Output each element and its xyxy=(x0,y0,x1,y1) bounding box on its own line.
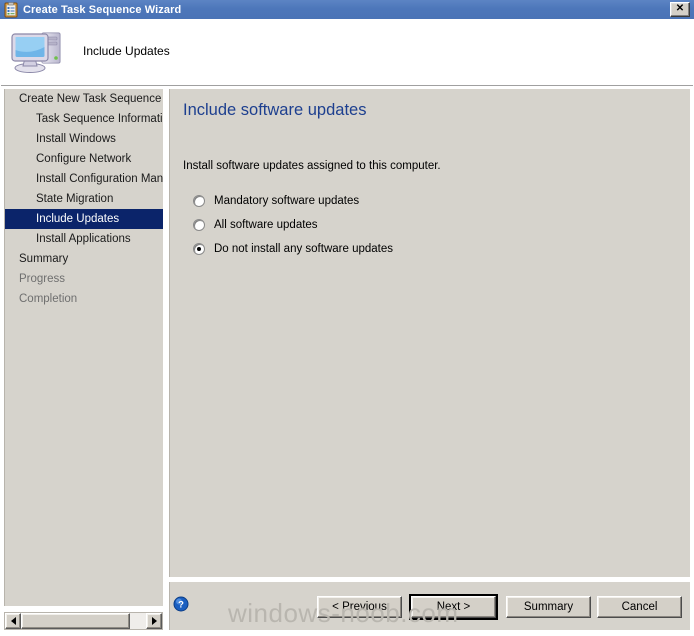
wizard-footer: ? < Previous Next > Summary Cancel xyxy=(169,582,690,630)
sidebar-item-configure-network[interactable]: Configure Network xyxy=(5,149,163,169)
radio-label: Mandatory software updates xyxy=(214,195,360,207)
sidebar-item-install-configuration-manager[interactable]: Install Configuration Manag xyxy=(5,169,163,189)
wizard-header: Include Updates xyxy=(1,19,693,86)
wizard-sidebar: Create New Task Sequence Task Sequence I… xyxy=(4,89,163,606)
scroll-right-icon xyxy=(151,617,157,625)
sidebar-item-task-sequence-information[interactable]: Task Sequence Information xyxy=(5,109,163,129)
radio-label: Do not install any software updates xyxy=(214,243,393,255)
summary-button[interactable]: Summary xyxy=(506,596,591,618)
close-icon: ✕ xyxy=(675,3,685,14)
next-button-label: Next > xyxy=(436,601,471,613)
window-title: Create Task Sequence Wizard xyxy=(23,3,182,16)
radio-icon xyxy=(193,219,205,231)
wizard-window: Create Task Sequence Wizard ✕ Include Up… xyxy=(0,0,694,636)
svg-text:?: ? xyxy=(178,600,184,611)
radio-all-software-updates[interactable]: All software updates xyxy=(193,217,318,233)
previous-button-label: < Previous xyxy=(332,601,387,613)
sidebar-item-create-new-task-sequence[interactable]: Create New Task Sequence xyxy=(5,89,163,109)
sidebar-item-summary[interactable]: Summary xyxy=(5,249,163,269)
sidebar-item-include-updates[interactable]: Include Updates xyxy=(5,209,163,229)
wizard-content-panel: Include software updates Install softwar… xyxy=(169,89,690,577)
scrollbar-track[interactable] xyxy=(21,613,146,629)
radio-icon xyxy=(193,195,205,207)
help-icon[interactable]: ? xyxy=(173,596,189,612)
scroll-right-button[interactable] xyxy=(146,613,162,629)
title-bar[interactable]: Create Task Sequence Wizard ✕ xyxy=(0,0,694,19)
scroll-left-button[interactable] xyxy=(5,613,21,629)
sidebar-item-install-applications[interactable]: Install Applications xyxy=(5,229,163,249)
sidebar-item-progress: Progress xyxy=(19,273,66,285)
sidebar-item-state-migration[interactable]: State Migration xyxy=(5,189,163,209)
sidebar-item-completion: Completion xyxy=(19,293,78,305)
page-description: Install software updates assigned to thi… xyxy=(183,160,441,172)
scrollbar-thumb[interactable] xyxy=(21,613,130,629)
summary-button-label: Summary xyxy=(523,601,574,613)
sidebar-item-install-windows[interactable]: Install Windows xyxy=(5,129,163,149)
radio-do-not-install-any-software-updates[interactable]: Do not install any software updates xyxy=(193,241,393,257)
radio-mandatory-software-updates[interactable]: Mandatory software updates xyxy=(193,193,359,209)
cancel-button-label: Cancel xyxy=(621,601,658,613)
page-title: Include software updates xyxy=(183,101,367,119)
sidebar-horizontal-scrollbar[interactable] xyxy=(4,612,163,630)
next-button-inner: Next > xyxy=(411,596,496,618)
scroll-left-icon xyxy=(10,617,16,625)
radio-icon xyxy=(193,243,205,255)
next-button[interactable]: Next > xyxy=(409,594,498,620)
close-button[interactable]: ✕ xyxy=(670,2,690,17)
header-title: Include Updates xyxy=(83,44,170,58)
radio-label: All software updates xyxy=(214,219,318,231)
computer-icon xyxy=(9,22,73,80)
task-sequence-icon xyxy=(3,1,19,18)
cancel-button[interactable]: Cancel xyxy=(597,596,682,618)
previous-button[interactable]: < Previous xyxy=(317,596,402,618)
